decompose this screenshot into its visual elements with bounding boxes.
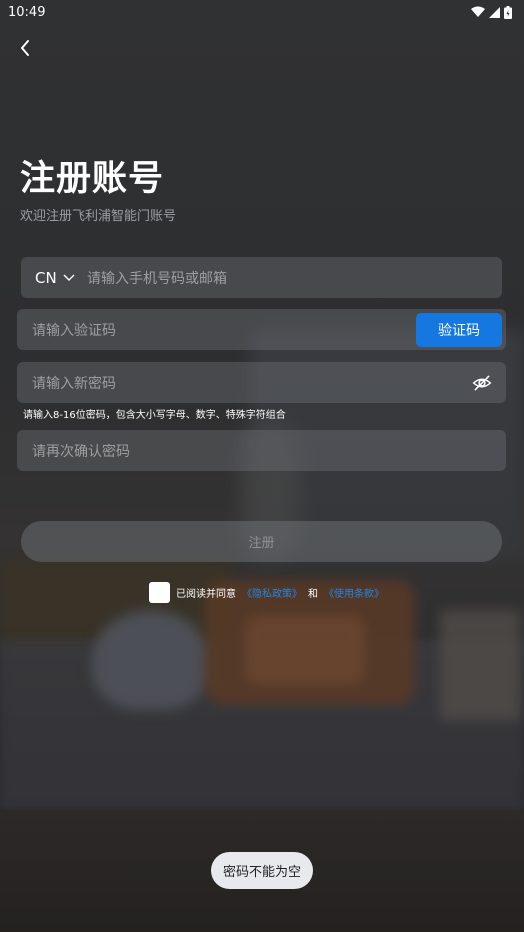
verification-code-placeholder: 请输入验证码 <box>32 322 116 339</box>
new-password-placeholder: 请输入新密码 <box>32 375 116 392</box>
status-icons <box>471 5 512 19</box>
battery-icon <box>504 5 512 19</box>
agreement-checkbox[interactable] <box>149 581 170 603</box>
get-code-button[interactable]: 验证码 <box>416 313 502 347</box>
back-arrow-icon[interactable] <box>14 36 38 60</box>
phone-email-placeholder: 请输入手机号码或邮箱 <box>87 270 227 287</box>
chevron-down-icon <box>63 274 75 281</box>
password-hint: 请输入8-16位密码，包含大小写字母、数字、特殊字符组合 <box>23 410 286 421</box>
agreement-row: 已阅读并同意 《隐私政策》 和 《使用条款》 <box>149 581 384 603</box>
status-bar: 10:49 <box>0 0 524 24</box>
privacy-policy-link[interactable]: 《隐私政策》 <box>242 585 302 600</box>
toast-message: 密码不能为空 <box>211 852 313 889</box>
country-code-label: CN <box>35 268 57 287</box>
register-button[interactable]: 注册 <box>21 521 502 562</box>
page-title: 注册账号 <box>20 159 165 199</box>
new-password-field[interactable]: 请输入新密码 <box>17 362 506 403</box>
terms-of-use-link[interactable]: 《使用条款》 <box>324 585 384 600</box>
confirm-password-field[interactable]: 请再次确认密码 <box>17 430 506 471</box>
status-time: 10:49 <box>8 4 46 20</box>
country-code-selector[interactable]: CN <box>35 269 75 287</box>
agreement-conjunction: 和 <box>308 588 318 600</box>
eye-off-icon[interactable] <box>472 373 492 393</box>
page-subtitle: 欢迎注册飞利浦智能门账号 <box>20 209 177 224</box>
confirm-password-placeholder: 请再次确认密码 <box>32 443 130 460</box>
verification-code-field[interactable]: 请输入验证码 验证码 <box>17 309 506 350</box>
signal-icon <box>489 6 500 18</box>
agreement-prefix: 已阅读并同意 <box>176 588 236 600</box>
phone-email-field[interactable]: CN 请输入手机号码或邮箱 <box>21 257 502 298</box>
wifi-icon <box>471 6 485 17</box>
